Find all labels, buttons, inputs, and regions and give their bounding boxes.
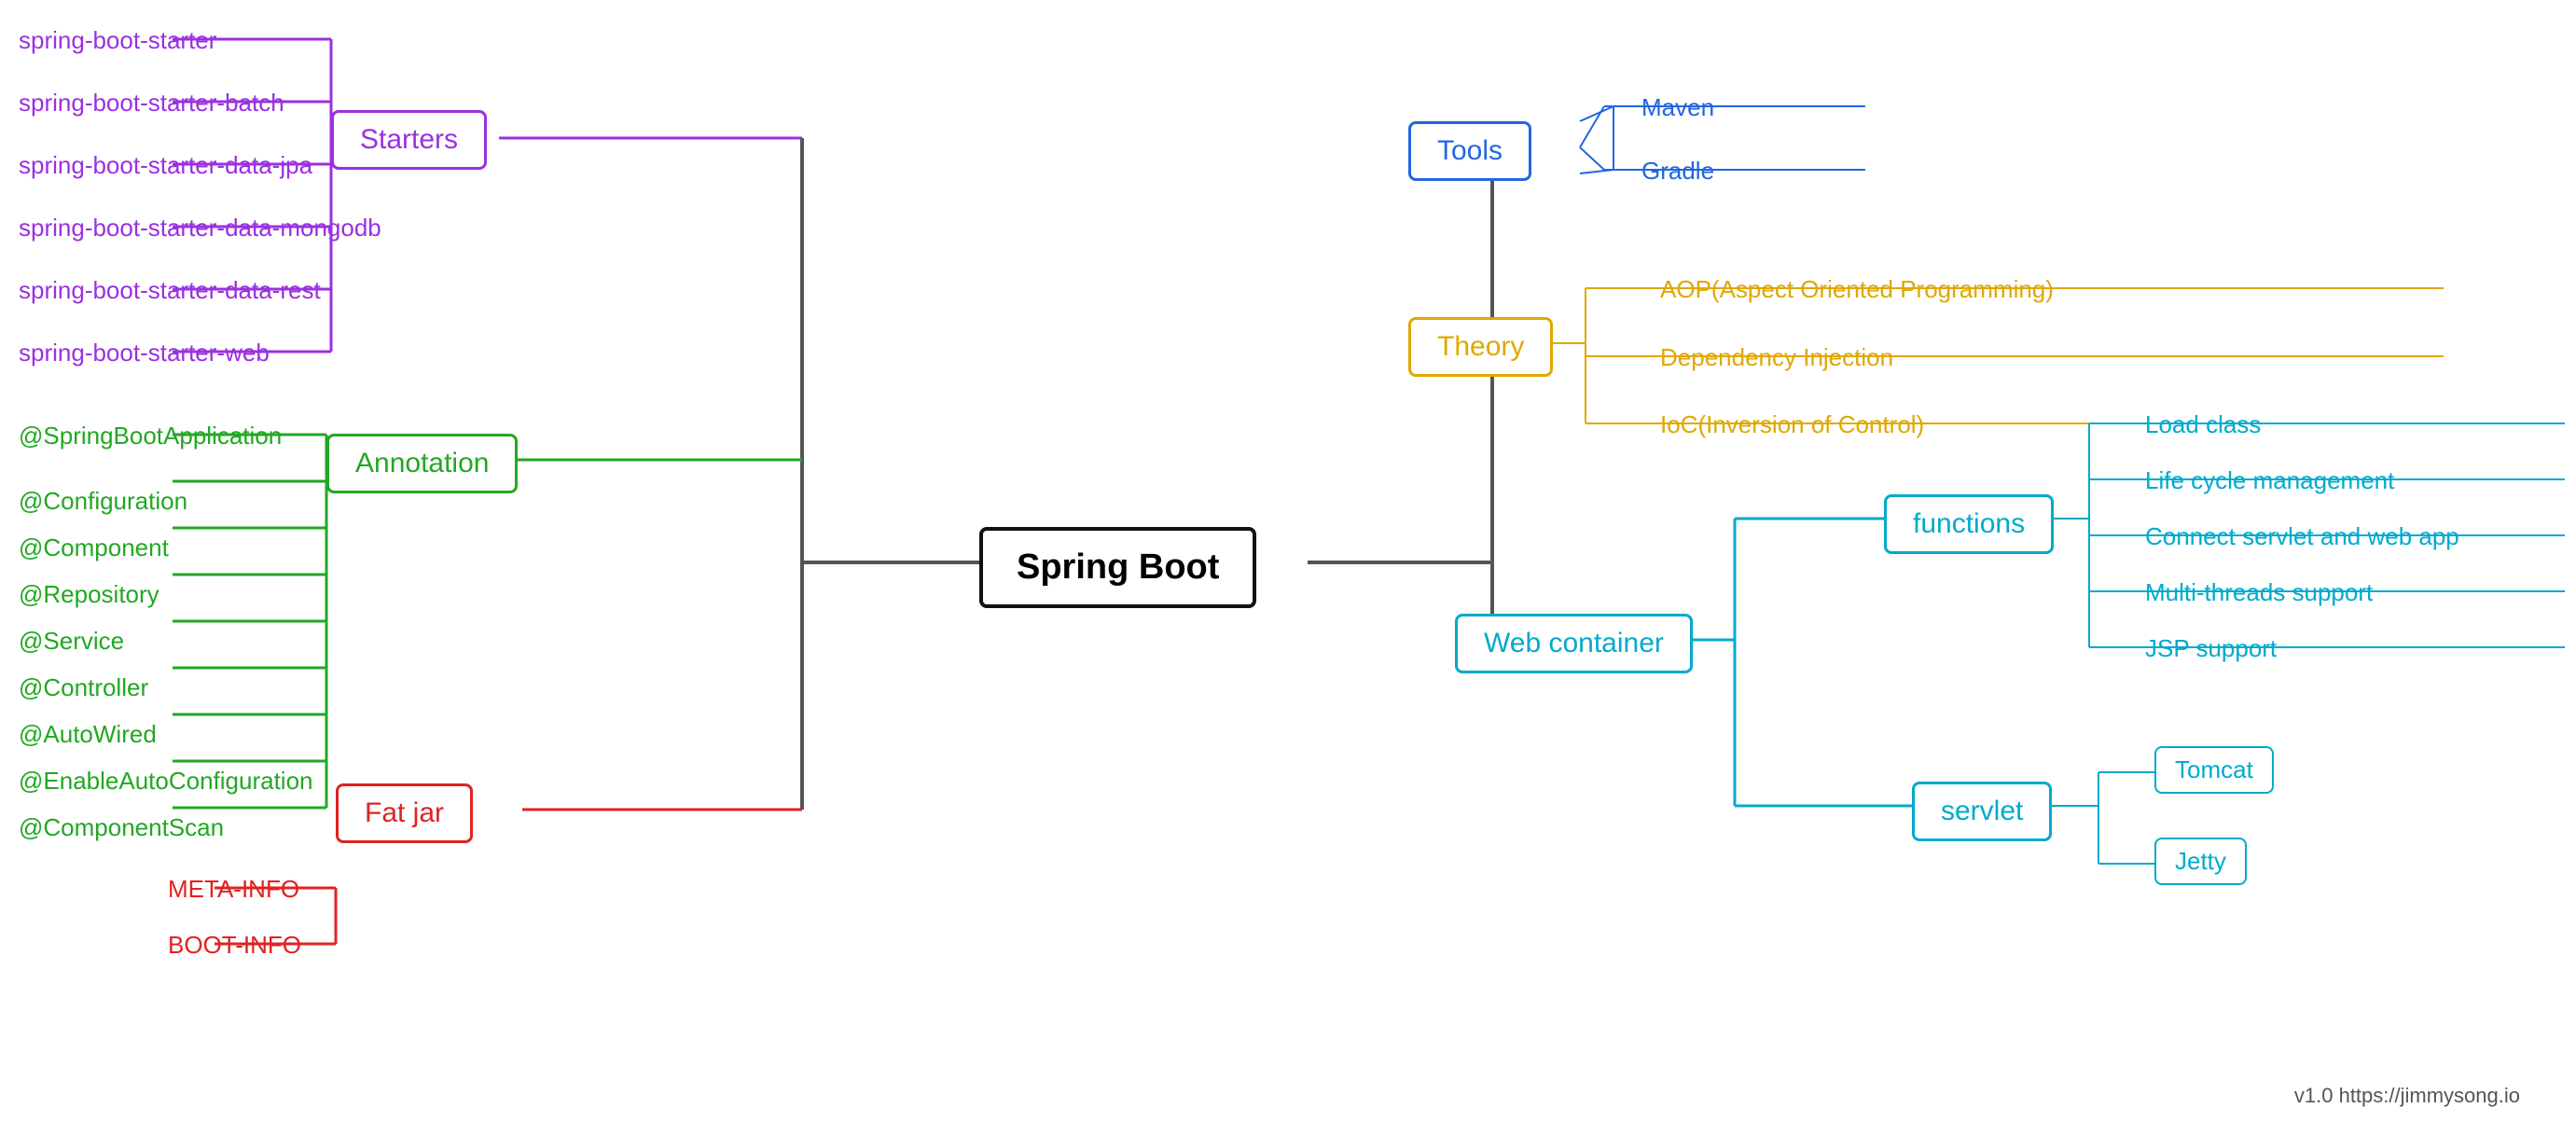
starter-item-3: spring-boot-starter-data-mongodb: [19, 214, 381, 242]
annotation-item-4: @Service: [19, 627, 124, 656]
annotation-item-3: @Repository: [19, 580, 159, 609]
annotation-box: Annotation: [326, 434, 518, 493]
tools-item-0: Maven: [1641, 93, 1714, 122]
func-item-1: Life cycle management: [2145, 466, 2394, 495]
center-node: Spring Boot: [979, 527, 1256, 608]
annotation-item-1: @Configuration: [19, 487, 187, 516]
annotation-item-6: @AutoWired: [19, 720, 157, 749]
fatjar-item-0: META-INFO: [168, 875, 299, 904]
tools-box: Tools: [1408, 121, 1531, 181]
webcontainer-box: Web container: [1455, 614, 1693, 673]
servlet-box: servlet: [1912, 782, 2052, 841]
starter-item-5: spring-boot-starter-web: [19, 339, 270, 367]
starters-box: Starters: [331, 110, 487, 170]
annotation-item-0: @SpringBootApplication: [19, 422, 282, 450]
version-label: v1.0 https://jimmysong.io: [2294, 1084, 2520, 1108]
starter-item-2: spring-boot-starter-data-jpa: [19, 151, 312, 180]
starter-item-4: spring-boot-starter-data-rest: [19, 276, 321, 305]
func-item-2: Connect servlet and web app: [2145, 522, 2459, 551]
theory-item-1: Dependency Injection: [1660, 343, 1893, 372]
starter-item-1: spring-boot-starter-batch: [19, 89, 284, 118]
func-item-3: Multi-threads support: [2145, 578, 2373, 607]
theory-item-2: IoC(Inversion of Control): [1660, 410, 1924, 439]
servlet-item-0: Tomcat: [2154, 746, 2274, 794]
annotation-item-8: @ComponentScan: [19, 813, 224, 842]
annotation-item-7: @EnableAutoConfiguration: [19, 767, 313, 796]
starter-item-0: spring-boot-starter: [19, 26, 216, 55]
tools-item-1: Gradle: [1641, 157, 1714, 186]
functions-box: functions: [1884, 494, 2054, 554]
annotation-item-2: @Component: [19, 533, 169, 562]
servlet-item-1: Jetty: [2154, 838, 2247, 885]
annotation-item-5: @Controller: [19, 673, 148, 702]
func-item-4: JSP support: [2145, 634, 2277, 663]
func-item-0: Load class: [2145, 410, 2261, 439]
theory-item-0: AOP(Aspect Oriented Programming): [1660, 275, 2054, 304]
fatjar-item-1: BOOT-INFO: [168, 931, 301, 960]
theory-box: Theory: [1408, 317, 1553, 377]
fatjar-box: Fat jar: [336, 783, 473, 843]
